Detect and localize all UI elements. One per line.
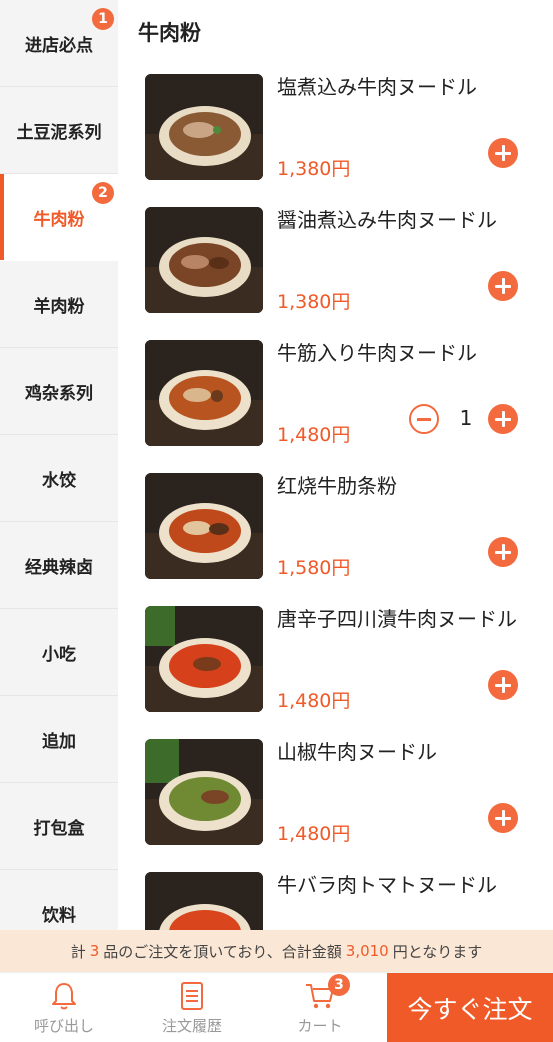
- sidebar-item-label: 牛肉粉: [33, 209, 85, 230]
- sidebar-item-label: 羊肉粉: [33, 296, 85, 317]
- sidebar-item-extras[interactable]: 追加: [0, 696, 118, 783]
- product-item[interactable]: 山椒牛肉ヌードル 1,480円: [145, 739, 545, 847]
- product-name: 牛バラ肉トマトヌードル: [277, 873, 497, 897]
- product-item[interactable]: 唐辛子四川漬牛肉ヌードル 1,480円: [145, 606, 545, 714]
- sidebar-item-lamb-noodle[interactable]: 羊肉粉: [0, 261, 118, 348]
- category-sidebar: 进店必点 1 土豆泥系列 牛肉粉 2 羊肉粉 鸡杂系列 水饺 经典辣卤 小吃 追…: [0, 0, 118, 957]
- product-item[interactable]: 醤油煮込み牛肉ヌードル 1,380円: [145, 207, 545, 315]
- cart-label: カート: [297, 1017, 343, 1035]
- product-list: 牛肉粉 塩煮込み牛肉ヌードル 1,380円 醤油煮込み牛肉ヌードル 1,380円…: [118, 0, 553, 930]
- sidebar-item-snacks[interactable]: 小吃: [0, 609, 118, 696]
- sidebar-item-chicken-giblets[interactable]: 鸡杂系列: [0, 348, 118, 435]
- call-staff-button[interactable]: 呼び出し: [0, 973, 128, 1042]
- product-price: 1,380円: [277, 158, 351, 180]
- sidebar-item-label: 水饺: [42, 470, 76, 491]
- product-name: 山椒牛肉ヌードル: [277, 740, 437, 764]
- product-item[interactable]: 牛筋入り牛肉ヌードル 1,480円 1: [145, 340, 545, 448]
- call-staff-label: 呼び出し: [33, 1017, 94, 1035]
- sidebar-item-label: 追加: [42, 731, 76, 752]
- product-image[interactable]: [145, 473, 263, 579]
- sidebar-item-label: 饮料: [42, 905, 76, 926]
- sidebar-item-label: 进店必点: [25, 35, 93, 56]
- plus-circle-icon[interactable]: [488, 803, 518, 833]
- product-item[interactable]: 红烧牛肋条粉 1,580円: [145, 473, 545, 581]
- sidebar-item-mashed-potato[interactable]: 土豆泥系列: [0, 87, 118, 174]
- product-name: 塩煮込み牛肉ヌードル: [277, 75, 477, 99]
- product-image[interactable]: [145, 74, 263, 180]
- minus-circle-icon[interactable]: [409, 404, 439, 434]
- bottom-bar: 呼び出し 注文履歴 3 カート 今すぐ注文: [0, 972, 553, 1042]
- sidebar-item-label: 土豆泥系列: [16, 122, 102, 143]
- product-price: 1,480円: [277, 823, 351, 845]
- plus-circle-icon[interactable]: [488, 404, 518, 434]
- sidebar-item-label: 小吃: [42, 644, 76, 665]
- sidebar-item-takeout-box[interactable]: 打包盒: [0, 783, 118, 870]
- list-icon: [176, 980, 208, 1012]
- cart-button[interactable]: 3 カート: [256, 973, 384, 1042]
- product-image[interactable]: [145, 606, 263, 712]
- cart-icon: 3: [304, 974, 350, 1012]
- plus-circle-icon[interactable]: [488, 138, 518, 168]
- sidebar-item-must-order[interactable]: 进店必点 1: [0, 0, 118, 87]
- product-image[interactable]: [145, 872, 263, 930]
- product-price: 1,480円: [277, 424, 351, 446]
- sidebar-item-label: 鸡杂系列: [25, 383, 93, 404]
- sidebar-item-label: 经典辣卤: [25, 557, 93, 578]
- bell-icon: [48, 980, 80, 1012]
- sidebar-item-label: 打包盒: [33, 818, 85, 839]
- section-title: 牛肉粉: [138, 21, 201, 45]
- order-history-label: 注文履歴: [161, 1017, 222, 1035]
- sidebar-item-dumplings[interactable]: 水饺: [0, 435, 118, 522]
- product-item[interactable]: 塩煮込み牛肉ヌードル 1,380円: [145, 74, 545, 182]
- product-image[interactable]: [145, 340, 263, 446]
- sidebar-item-braised[interactable]: 经典辣卤: [0, 522, 118, 609]
- product-name: 红烧牛肋条粉: [277, 474, 397, 498]
- product-name: 唐辛子四川漬牛肉ヌードル: [277, 607, 517, 631]
- cart-count-badge: 3: [328, 974, 350, 996]
- summary-total: 3,010: [345, 942, 389, 960]
- product-price: 1,380円: [277, 291, 351, 313]
- product-price: 1,480円: [277, 690, 351, 712]
- summary-count: 3: [89, 942, 100, 960]
- order-summary-bar: 計 3 品のご注文を頂いており、合計金額 3,010 円となります: [0, 930, 553, 972]
- product-image[interactable]: [145, 739, 263, 845]
- product-name: 醤油煮込み牛肉ヌードル: [277, 208, 497, 232]
- count-badge: 1: [92, 8, 114, 30]
- product-price: 1,580円: [277, 557, 351, 579]
- order-history-button[interactable]: 注文履歴: [128, 973, 256, 1042]
- plus-circle-icon[interactable]: [488, 537, 518, 567]
- sidebar-item-beef-noodle[interactable]: 牛肉粉 2: [0, 174, 118, 261]
- plus-circle-icon[interactable]: [488, 670, 518, 700]
- summary-middle: 品のご注文を頂いており、合計金額: [103, 942, 342, 961]
- product-image[interactable]: [145, 207, 263, 313]
- count-badge: 2: [92, 182, 114, 204]
- plus-circle-icon[interactable]: [488, 271, 518, 301]
- summary-prefix: 計: [70, 942, 86, 961]
- product-name: 牛筋入り牛肉ヌードル: [277, 341, 477, 365]
- order-now-button[interactable]: 今すぐ注文: [387, 973, 553, 1042]
- product-item[interactable]: 牛バラ肉トマトヌードル: [145, 872, 545, 930]
- summary-suffix: 円となります: [392, 942, 483, 961]
- quantity-value: 1: [459, 406, 473, 430]
